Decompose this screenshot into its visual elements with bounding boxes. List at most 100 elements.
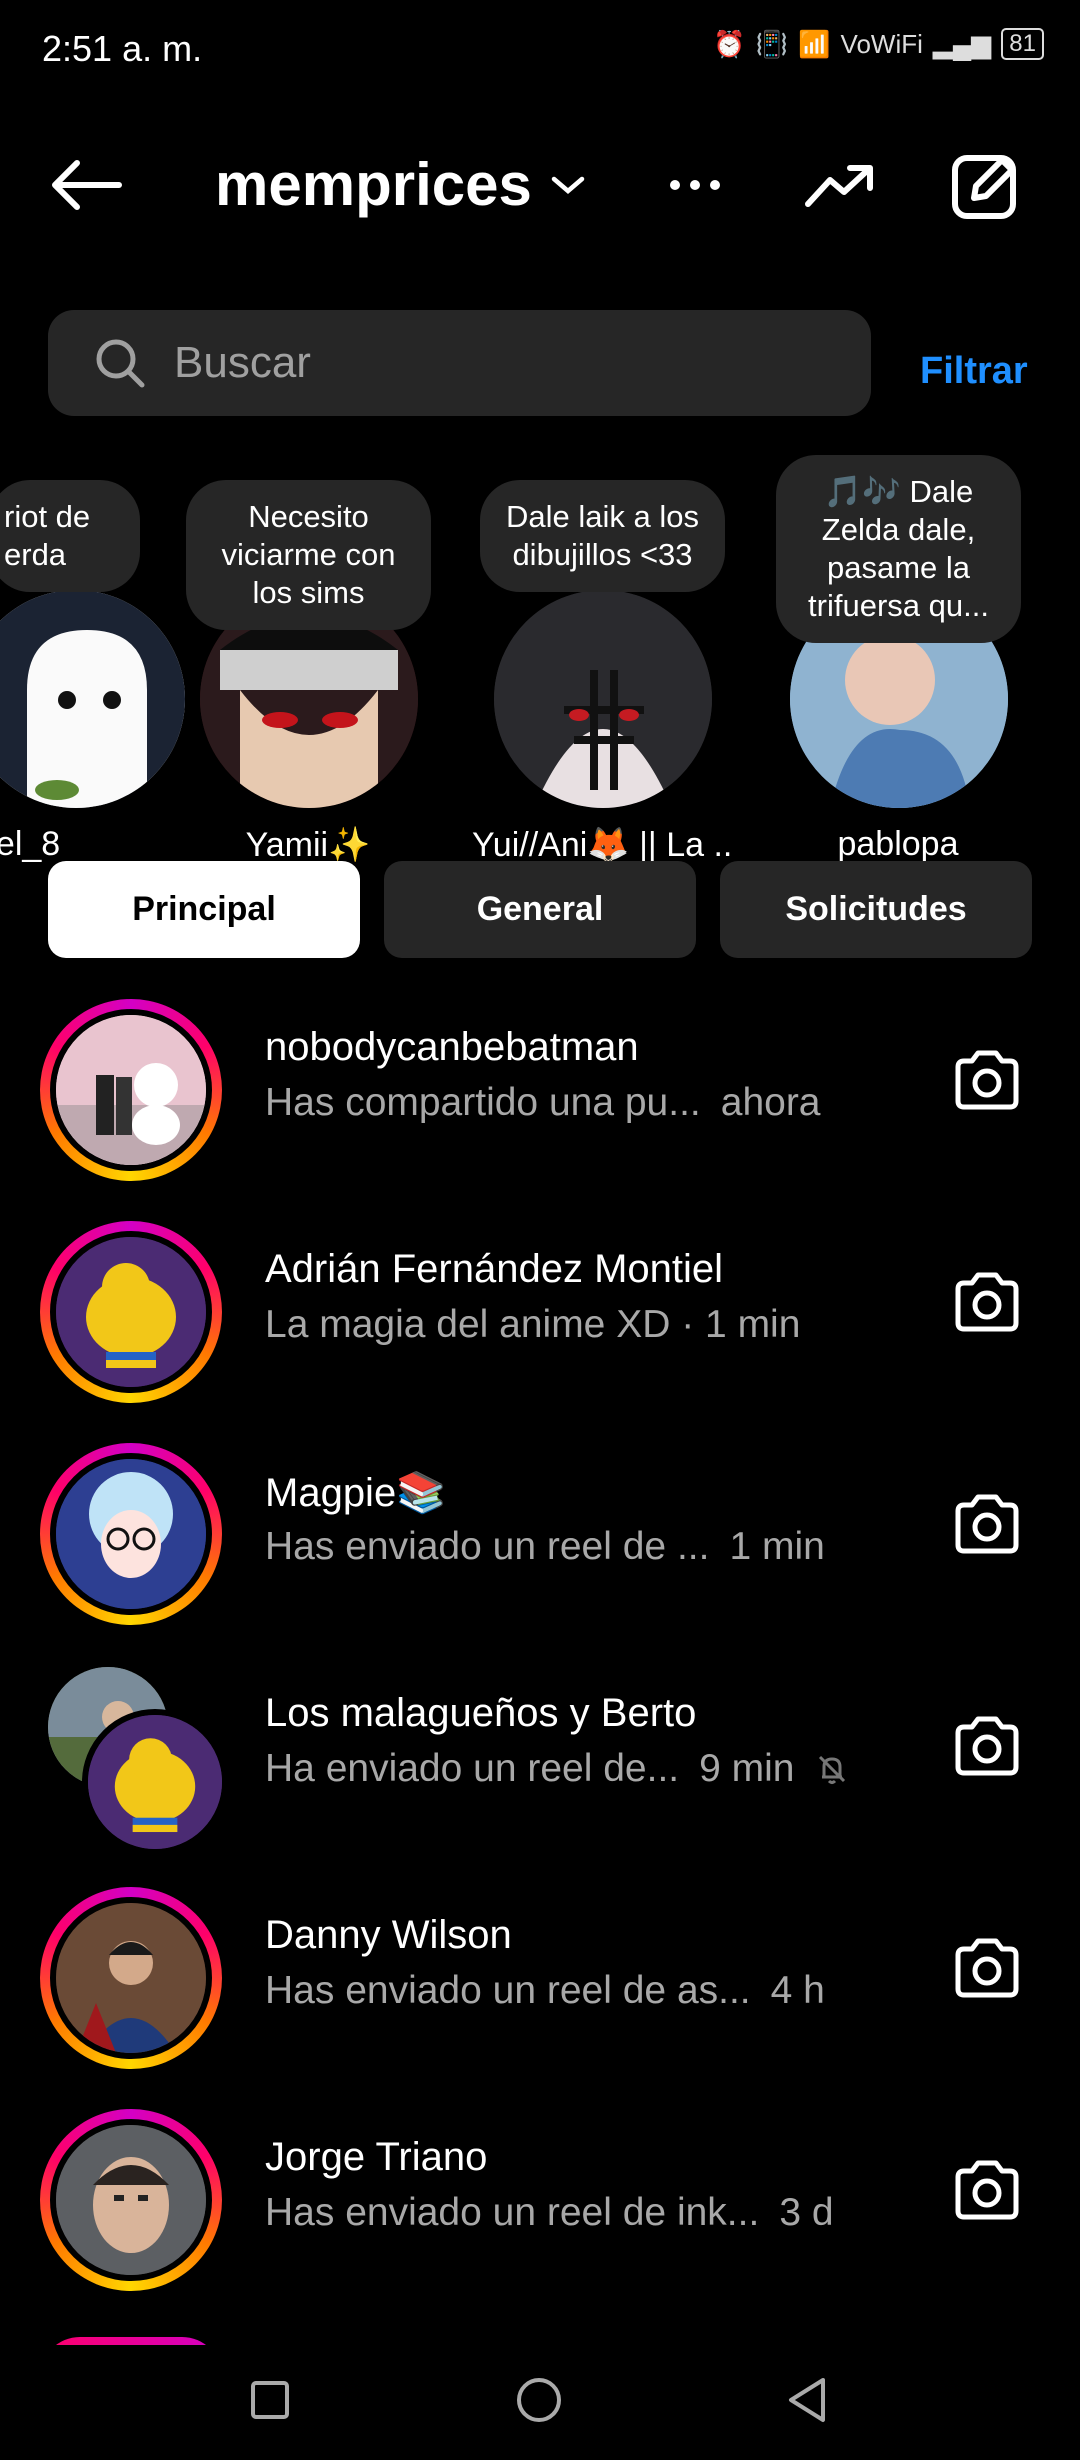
search-icon (96, 339, 145, 388)
filter-button[interactable]: Filtrar (920, 350, 1028, 393)
preview-time: 4 h (770, 1969, 825, 2012)
page-title: memprices (215, 151, 532, 218)
preview-text: La magia del anime XD · 1 min (265, 1303, 801, 1346)
camera-icon (955, 1716, 1019, 1776)
tab-principal[interactable]: Principal (48, 861, 360, 958)
duck-avatar-image (88, 1715, 222, 1849)
new-message-button[interactable] (945, 145, 1025, 225)
preview-text: Ha enviado un reel de... (265, 1747, 680, 1790)
conversation-name: Los malagueños y Berto (265, 1691, 697, 1735)
preview-text: Has enviado un reel de ink... (265, 2191, 760, 2234)
note-bubble: 🎵🎶 Dale Zelda dale, pasame la trifuersa … (776, 455, 1021, 643)
avatar[interactable] (50, 1897, 212, 2059)
vibrate-icon: 📳 (755, 28, 789, 59)
conversation-row[interactable]: Danny Wilson Has enviado un reel de as..… (0, 1873, 1080, 2095)
ghost-avatar-image (0, 590, 185, 808)
conversation-preview: Has enviado un reel de as... 4 h (265, 1969, 825, 2013)
group-avatar-front (82, 1709, 228, 1855)
avatar (494, 590, 712, 808)
story-name: Yamii✨ (245, 826, 371, 864)
conversation-preview: Ha enviado un reel de... 9 min (265, 1747, 850, 1791)
story-name: axel_8 (0, 825, 61, 863)
conversation-preview: Has enviado un reel de ... 1 min (265, 1525, 825, 1569)
anime-avatar-image (494, 590, 712, 808)
note-item[interactable]: Dale laik a los dibujillos <33 Yui//Ani🦊… (472, 480, 742, 864)
search-bar[interactable] (48, 310, 871, 416)
insights-button[interactable] (800, 150, 880, 220)
note-bubble: riot de erda (0, 480, 140, 592)
camera-icon (955, 2160, 1019, 2220)
conversation-preview: Has enviado un reel de ink... 3 d (265, 2191, 834, 2235)
preview-time: 3 d (779, 2191, 834, 2234)
conversation-row[interactable]: Jorge Triano Has enviado un reel de ink.… (0, 2095, 1080, 2317)
avatar[interactable] (50, 2119, 212, 2281)
camera-icon (955, 1494, 1019, 1554)
conversation-row[interactable]: Adrián Fernández Montiel La magia del an… (0, 1207, 1080, 1429)
photo-avatar-image (56, 1015, 206, 1165)
home-icon[interactable] (515, 2376, 563, 2424)
preview-text: Has enviado un reel de as... (265, 1969, 751, 2012)
conversation-name: Danny Wilson (265, 1913, 512, 1957)
conversation-name: nobodycanbebatman (265, 1025, 639, 1069)
status-time: 2:51 a. m. (42, 28, 203, 69)
photo-avatar-image (56, 1903, 206, 2053)
conversation-name: Jorge Triano (265, 2135, 488, 2179)
account-switcher[interactable]: memprices (215, 150, 586, 219)
back-button[interactable] (40, 150, 130, 220)
avatar[interactable] (50, 1009, 212, 1171)
preview-time: ahora (720, 1081, 821, 1124)
note-bubble: Necesito viciarme con los sims (186, 480, 431, 630)
conversation-row[interactable]: nobodycanbebatman Has compartido una pu.… (0, 985, 1080, 1207)
camera-icon (955, 1938, 1019, 1998)
network-label: VoWiFi (840, 28, 923, 59)
note-item[interactable]: Necesito viciarme con los sims Yamii✨ (178, 480, 448, 864)
wifi-icon: 📶 (798, 28, 831, 59)
more-options-button[interactable] (665, 150, 725, 220)
chevron-down-icon (551, 176, 585, 194)
note-bubble: Dale laik a los dibujillos <33 (480, 480, 725, 592)
tab-general[interactable]: General (384, 861, 696, 958)
tab-solicitudes[interactable]: Solicitudes (720, 861, 1032, 958)
trending-icon (805, 165, 873, 207)
conversation-preview: La magia del anime XD · 1 min (265, 1303, 800, 1347)
conversation-row[interactable]: Los malagueños y Berto Ha enviado un ree… (0, 1651, 1080, 1873)
illustrated-avatar-image (56, 1459, 206, 1609)
photo-avatar-image (56, 2125, 206, 2275)
conversation-preview: Has compartido una pu... ahora (265, 1081, 821, 1125)
camera-button[interactable] (952, 2159, 1022, 2226)
status-icons: ⏰ 📳 📶 VoWiFi ▂▄▆ 81 (713, 28, 1044, 60)
avatar[interactable] (50, 1453, 212, 1615)
conversation-row[interactable]: Magpie📚 Has enviado un reel de ... 1 min (0, 1429, 1080, 1651)
recent-apps-icon[interactable] (250, 2380, 290, 2420)
compose-icon (952, 155, 1016, 219)
camera-button[interactable] (952, 1493, 1022, 1560)
story-name: Yui//Ani🦊 || La ... (472, 826, 732, 864)
note-item[interactable]: 🎵🎶 Dale Zelda dale, pasame la trifuersa … (768, 455, 1038, 863)
duck-avatar-image (56, 1237, 206, 1387)
back-nav-icon[interactable] (785, 2376, 829, 2424)
conversation-name: Adrián Fernández Montiel (265, 1247, 724, 1291)
camera-button[interactable] (952, 1715, 1022, 1782)
battery-indicator: 81 (1001, 28, 1044, 60)
preview-time: 1 min (729, 1525, 825, 1568)
camera-icon (955, 1272, 1019, 1332)
back-arrow-icon (52, 160, 122, 210)
muted-bell-icon (819, 1755, 846, 1784)
status-bar: 2:51 a. m. ⏰ 📳 📶 VoWiFi ▂▄▆ 81 (0, 0, 1080, 100)
avatar (0, 590, 185, 808)
conversation-list: nobodycanbebatman Has compartido una pu.… (0, 985, 1080, 2345)
camera-button[interactable] (952, 1271, 1022, 1338)
preview-text: Has enviado un reel de ... (265, 1525, 710, 1568)
notes-row: riot de erda axel_8 Necesito viciarme co… (0, 450, 1080, 864)
camera-icon (955, 1050, 1019, 1110)
camera-button[interactable] (952, 1049, 1022, 1116)
signal-icon: ▂▄▆ (932, 28, 992, 59)
alarm-icon: ⏰ (713, 28, 746, 59)
conversation-name: Magpie📚 (265, 1471, 446, 1515)
system-nav-bar (0, 2340, 1080, 2460)
camera-button[interactable] (952, 1937, 1022, 2004)
search-input[interactable] (172, 337, 816, 389)
preview-text: Has compartido una pu... (265, 1081, 701, 1124)
preview-time: 9 min (699, 1747, 795, 1790)
avatar[interactable] (50, 1231, 212, 1393)
